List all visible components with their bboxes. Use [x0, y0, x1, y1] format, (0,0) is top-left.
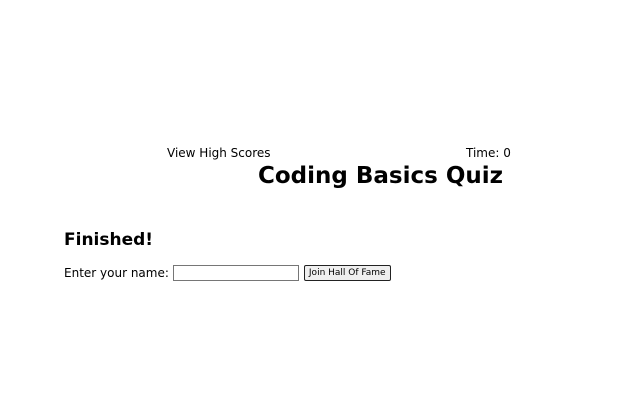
- join-hall-of-fame-button[interactable]: Join Hall Of Fame: [303, 265, 391, 281]
- name-input[interactable]: [172, 265, 299, 281]
- timer-display: Time: 0: [466, 146, 511, 160]
- view-high-scores-link[interactable]: View High Scores: [167, 146, 271, 161]
- page-title: Coding Basics Quiz: [258, 163, 504, 189]
- name-entry-form: Enter your name: Join Hall Of Fame: [64, 264, 391, 282]
- finished-heading: Finished!: [64, 230, 154, 250]
- name-label: Enter your name:: [64, 265, 169, 280]
